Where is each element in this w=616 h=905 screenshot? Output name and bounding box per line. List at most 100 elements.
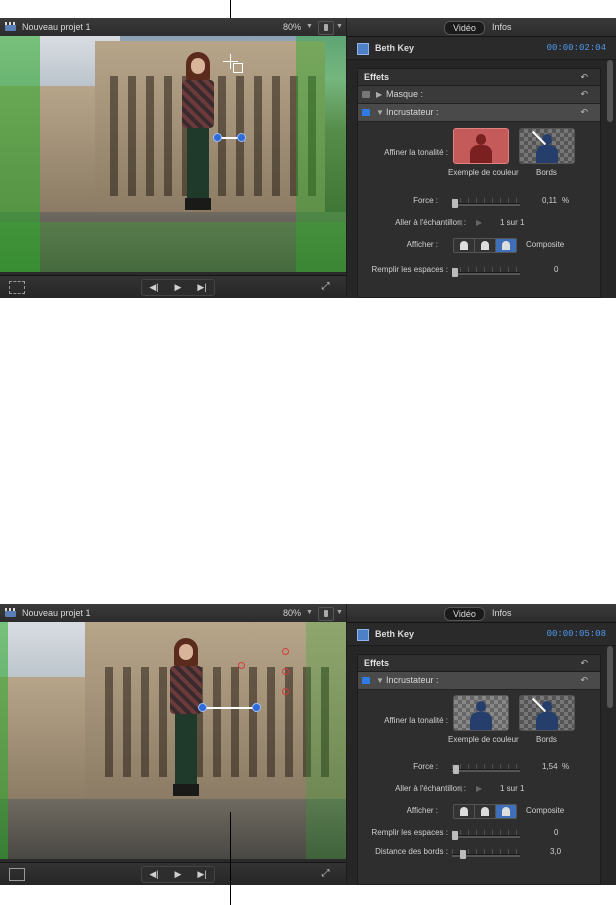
zoom-level[interactable]: 80%	[283, 604, 301, 622]
checkbox-icon[interactable]	[362, 677, 370, 684]
clip-icon	[357, 43, 369, 55]
effect-row-mask[interactable]: ▶ Masque : ↶	[358, 86, 600, 104]
zoom-level[interactable]: 80%	[283, 18, 301, 36]
video-frame[interactable]	[0, 36, 346, 272]
fill-holes-slider[interactable]	[452, 267, 520, 277]
previous-sample-icon[interactable]: ◀	[456, 218, 462, 227]
reset-icon[interactable]: ↶	[580, 86, 588, 103]
green-spill-left	[0, 622, 8, 859]
screenshot-keyer-edges: Nouveau projet 1 80% ▼ ▼ ◀| ▶ ▶| ⤢ Vidéo…	[0, 604, 616, 885]
onscreen-handle-left[interactable]	[198, 703, 207, 712]
sample-box[interactable]	[233, 63, 243, 73]
sample-point[interactable]	[238, 662, 245, 669]
slider-knob[interactable]	[452, 268, 458, 277]
strength-slider[interactable]	[452, 198, 520, 208]
checkbox-icon[interactable]	[362, 91, 370, 98]
slider-knob[interactable]	[453, 765, 459, 774]
reset-icon[interactable]: ↶	[580, 104, 588, 121]
viewer-bottombar: ◀| ▶ ▶| ⤢	[0, 275, 346, 298]
slider-knob[interactable]	[452, 831, 458, 840]
color-sample-button[interactable]	[453, 128, 509, 164]
sample-counter: 1 sur 1	[500, 784, 525, 793]
view-original-icon[interactable]	[475, 805, 496, 818]
scrollbar[interactable]	[607, 60, 613, 122]
tab-video[interactable]: Vidéo	[444, 21, 485, 35]
fullscreen-icon[interactable]: ⤢	[320, 868, 331, 879]
fill-holes-value[interactable]: 0	[554, 828, 558, 837]
chevron-down-icon[interactable]: ▼	[306, 18, 313, 36]
previous-icon[interactable]: ◀|	[142, 280, 166, 295]
view-options-button[interactable]	[318, 21, 334, 35]
onscreen-handle-right[interactable]	[252, 703, 261, 712]
strength-value[interactable]: 1,54	[542, 762, 558, 771]
edges-button[interactable]	[519, 695, 575, 731]
effects-header: Effets ↶	[358, 655, 600, 672]
effects-title: Effets	[364, 658, 390, 668]
clip-icon	[357, 629, 369, 641]
edges-button[interactable]	[519, 128, 575, 164]
edge-distance-slider[interactable]	[452, 849, 520, 859]
effect-row-keyer[interactable]: ▼ Incrustateur : ↶	[358, 672, 600, 690]
scrollbar[interactable]	[607, 646, 613, 708]
view-options-button[interactable]	[318, 607, 334, 621]
fill-holes-slider[interactable]	[452, 830, 520, 840]
play-icon[interactable]: ▶	[166, 280, 190, 295]
onscreen-handle-right[interactable]	[237, 133, 246, 142]
next-icon[interactable]: ▶|	[190, 280, 214, 295]
viewer-titlebar: Nouveau projet 1 80% ▼ ▼	[0, 604, 346, 623]
video-frame[interactable]	[0, 622, 346, 859]
reset-icon[interactable]: ↶	[580, 655, 588, 671]
tab-video[interactable]: Vidéo	[444, 607, 485, 621]
viewer: Nouveau projet 1 80% ▼ ▼ ◀| ▶ ▶| ⤢	[0, 604, 346, 885]
strength-value[interactable]: 0,11	[542, 196, 557, 205]
strength-label: Force :	[413, 762, 438, 771]
slider-knob[interactable]	[452, 199, 458, 208]
sample-point[interactable]	[282, 668, 289, 675]
view-composite-icon[interactable]	[496, 239, 516, 252]
strength-slider[interactable]	[452, 764, 520, 774]
reset-icon[interactable]: ↶	[580, 672, 588, 689]
view-composite-icon[interactable]	[496, 805, 516, 818]
keyer-edge-line[interactable]	[204, 707, 257, 709]
next-sample-icon[interactable]: ▶	[476, 784, 482, 793]
effect-row-keyer[interactable]: ▼ Incrustateur : ↶	[358, 104, 600, 122]
fullscreen-icon[interactable]: ⤢	[320, 281, 331, 292]
previous-sample-icon[interactable]: ◀	[456, 784, 462, 793]
next-icon[interactable]: ▶|	[190, 867, 214, 882]
chevron-down-icon[interactable]: ▼	[306, 604, 313, 622]
fill-holes-value[interactable]: 0	[554, 265, 558, 274]
checkbox-icon[interactable]	[362, 109, 370, 116]
chevron-down-icon[interactable]: ▼	[336, 604, 343, 622]
view-mode-selector[interactable]	[453, 804, 517, 819]
view-original-icon[interactable]	[475, 239, 496, 252]
effects-header: Effets ↶	[358, 69, 600, 86]
disclosure-down-icon[interactable]: ▼	[376, 104, 384, 121]
edges-label: Bords	[536, 735, 557, 744]
tab-infos[interactable]: Infos	[484, 21, 520, 33]
previous-icon[interactable]: ◀|	[142, 867, 166, 882]
next-sample-icon[interactable]: ▶	[476, 218, 482, 227]
crop-icon[interactable]	[9, 868, 25, 881]
view-label: Afficher :	[406, 806, 438, 815]
building-windows	[95, 667, 335, 777]
view-matte-icon[interactable]	[454, 239, 475, 252]
reset-icon[interactable]: ↶	[580, 69, 588, 85]
edge-distance-value[interactable]: 3,0	[550, 847, 561, 856]
view-matte-icon[interactable]	[454, 805, 475, 818]
chevron-down-icon[interactable]: ▼	[336, 18, 343, 36]
disclosure-right-icon[interactable]: ▶	[376, 86, 382, 103]
effects-title: Effets	[364, 72, 390, 82]
sample-point[interactable]	[282, 688, 289, 695]
disclosure-down-icon[interactable]: ▼	[376, 672, 384, 689]
fill-holes-label: Remplir les espaces :	[371, 828, 448, 837]
slider-knob[interactable]	[460, 850, 466, 859]
play-icon[interactable]: ▶	[166, 867, 190, 882]
viewer: Nouveau projet 1 80% ▼ ▼ ◀| ▶ ▶| ⤢	[0, 18, 346, 298]
onscreen-handle-left[interactable]	[213, 133, 222, 142]
tab-infos[interactable]: Infos	[484, 607, 520, 619]
view-mode-selector[interactable]	[453, 238, 517, 253]
refine-label: Affiner la tonalité :	[384, 716, 448, 725]
color-sample-button[interactable]	[453, 695, 509, 731]
sample-point[interactable]	[282, 648, 289, 655]
transform-icon[interactable]	[9, 281, 25, 294]
